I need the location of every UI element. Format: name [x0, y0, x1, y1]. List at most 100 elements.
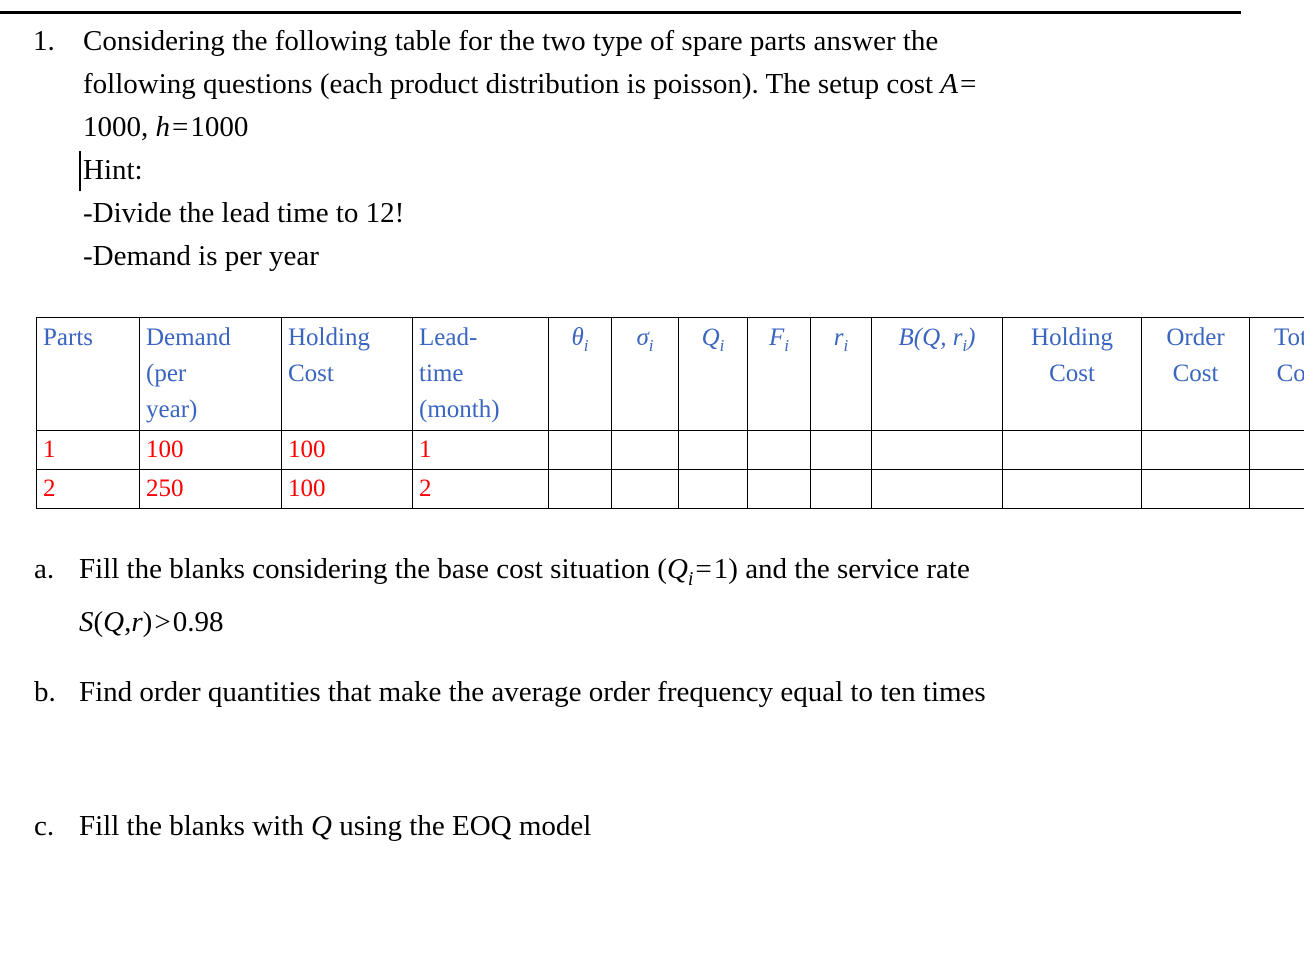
subquestion-a-value: 1) [713, 553, 738, 585]
cell-f[interactable] [747, 469, 811, 509]
subquestion-b: b. Find order quantities that make the a… [31, 671, 1231, 714]
cell-q[interactable] [678, 430, 748, 470]
equals-sign-a: = [960, 68, 977, 100]
cell-order-cost[interactable] [1141, 430, 1250, 470]
col-header-r-sub: i [843, 336, 849, 355]
subquestion-c: c. Fill the blanks with Q using the EOQ … [31, 805, 1231, 848]
cell-total-cost[interactable] [1249, 430, 1304, 470]
hint-label: Hint: [83, 154, 143, 186]
service-rate-paren-close: ) [142, 605, 153, 638]
holding-cost-variable: h [155, 111, 171, 143]
subquestion-c-text-post: using the EOQ model [331, 810, 592, 842]
cell-lead-time: 2 [412, 469, 549, 509]
question-1-line-1: Considering the following table for the … [83, 25, 939, 57]
col-header-order-frequency: Fi [747, 317, 811, 431]
service-rate-q: Q [103, 605, 125, 638]
cell-holding-cost-output[interactable] [1002, 469, 1142, 509]
col-header-b-open: B( [898, 324, 923, 351]
service-rate-paren-open: ( [93, 605, 104, 638]
col-header-theta: θi [548, 317, 612, 431]
setup-cost-variable: A [940, 68, 959, 100]
subquestion-c-text: Fill the blanks with Q using the EOQ mod… [79, 805, 1231, 848]
col-header-hc-l1: Holding [1031, 324, 1113, 351]
subquestion-c-letter: c. [34, 810, 55, 842]
col-header-f-symbol: F [768, 324, 785, 351]
cell-parts: 2 [36, 469, 140, 509]
cell-backorder[interactable] [871, 469, 1003, 509]
subquestion-a-text: Fill the blanks considering the base cos… [79, 548, 1231, 644]
col-header-backorder: B(Q, ri) [871, 317, 1003, 431]
subquestion-c-text-pre: Fill the blanks with [79, 810, 311, 842]
col-header-b-comma: , [940, 324, 953, 351]
subquestion-b-letter: b. [34, 676, 56, 708]
col-header-f-sub: i [784, 336, 789, 355]
col-header-b-close: ) [967, 324, 976, 351]
text-cursor-caret [79, 151, 81, 191]
table-header-row: Parts Demand (per year) Holding Cost Lead-t… [36, 317, 1304, 431]
col-header-reorder-point: ri [810, 317, 872, 431]
col-header-sigma-symbol: σ [636, 324, 649, 351]
col-header-b-q: Q [922, 324, 941, 351]
cell-total-cost[interactable] [1249, 469, 1304, 509]
service-rate-r: r [131, 605, 143, 638]
col-header-hc-l2: Cost [1049, 360, 1095, 387]
cell-q[interactable] [678, 469, 748, 509]
table-body: 1 100 100 1 2 250 100 2 [36, 430, 1304, 509]
service-rate-threshold: 0.98 [172, 605, 224, 638]
cell-theta[interactable] [548, 469, 612, 509]
cell-sigma[interactable] [611, 430, 679, 470]
subquestion-a-text-pre: Fill the blanks considering the base cos… [79, 553, 667, 585]
question-1-line-2: following questions (each product distri… [83, 63, 1211, 106]
cell-holding-cost-output[interactable] [1002, 430, 1142, 470]
subquestion-a: a. Fill the blanks considering the base … [31, 548, 1231, 644]
hint-line-2: -Demand is per year [83, 240, 319, 272]
cell-theta[interactable] [548, 430, 612, 470]
cell-r[interactable] [810, 430, 872, 470]
subquestion-a-line-1: Fill the blanks considering the base cos… [79, 548, 1231, 601]
cell-sigma[interactable] [611, 469, 679, 509]
cell-demand: 100 [139, 430, 282, 470]
cell-demand: 250 [139, 469, 282, 509]
col-header-b-r: r [952, 324, 963, 351]
col-header-demand: Demand (per year) [139, 317, 282, 431]
setup-cost-value: 1000, [83, 111, 149, 143]
col-header-holding-cost: Holding Cost [281, 317, 413, 431]
col-header-total-cost: Total Cost [1249, 317, 1304, 431]
question-1-line-2-text: following questions (each product distri… [83, 68, 941, 100]
service-rate-greater-than: > [154, 605, 171, 638]
spare-parts-table: Parts Demand (per year) Holding Cost Lead-t… [36, 317, 1304, 509]
col-header-demand-l3: year) [146, 396, 198, 423]
col-header-tc-l1: Total [1273, 324, 1304, 351]
cell-backorder[interactable] [871, 430, 1003, 470]
col-header-lead-time: Lead-time (month) [412, 317, 549, 431]
col-header-r-symbol: r [833, 324, 844, 351]
subquestion-a-q-symbol: Q [666, 553, 688, 585]
question-1-line-3: 1000, h=1000 [83, 106, 1211, 149]
table-row: 2 250 100 2 [36, 469, 1304, 509]
subquestion-b-line-1: Find order quantities that make the aver… [79, 676, 986, 708]
cell-f[interactable] [747, 430, 811, 470]
col-header-tc-l2: Cost [1276, 360, 1304, 387]
service-rate-s: S [79, 605, 94, 638]
subquestion-c-q-symbol: Q [311, 810, 332, 842]
col-header-sigma: σi [611, 317, 679, 431]
col-header-theta-symbol: θ [571, 324, 584, 351]
col-header-holding-l1: Holding [288, 324, 370, 351]
top-horizontal-rule [0, 11, 1241, 14]
subquestion-c-line-1: Fill the blanks with Q using the EOQ mod… [79, 805, 1231, 848]
col-header-sigma-sub: i [648, 336, 654, 355]
col-header-order-cost: Order Cost [1141, 317, 1250, 431]
cell-order-cost[interactable] [1141, 469, 1250, 509]
col-header-parts-label: Parts [43, 324, 93, 351]
cell-holding-cost: 100 [281, 430, 413, 470]
hint-label-line: Hint: [79, 149, 1211, 192]
question-1-row: 1. Considering the following table for t… [31, 20, 1211, 278]
table-header: Parts Demand (per year) Holding Cost Lead-t… [36, 317, 1304, 431]
cell-holding-cost: 100 [281, 469, 413, 509]
cell-r[interactable] [810, 469, 872, 509]
col-header-lead-l1: Lead- [419, 324, 478, 351]
question-1-block: 1. Considering the following table for t… [31, 20, 1211, 278]
col-header-holding-l2: Cost [288, 360, 334, 387]
subquestion-a-equals: = [695, 553, 712, 585]
table-row: 1 100 100 1 [36, 430, 1304, 470]
